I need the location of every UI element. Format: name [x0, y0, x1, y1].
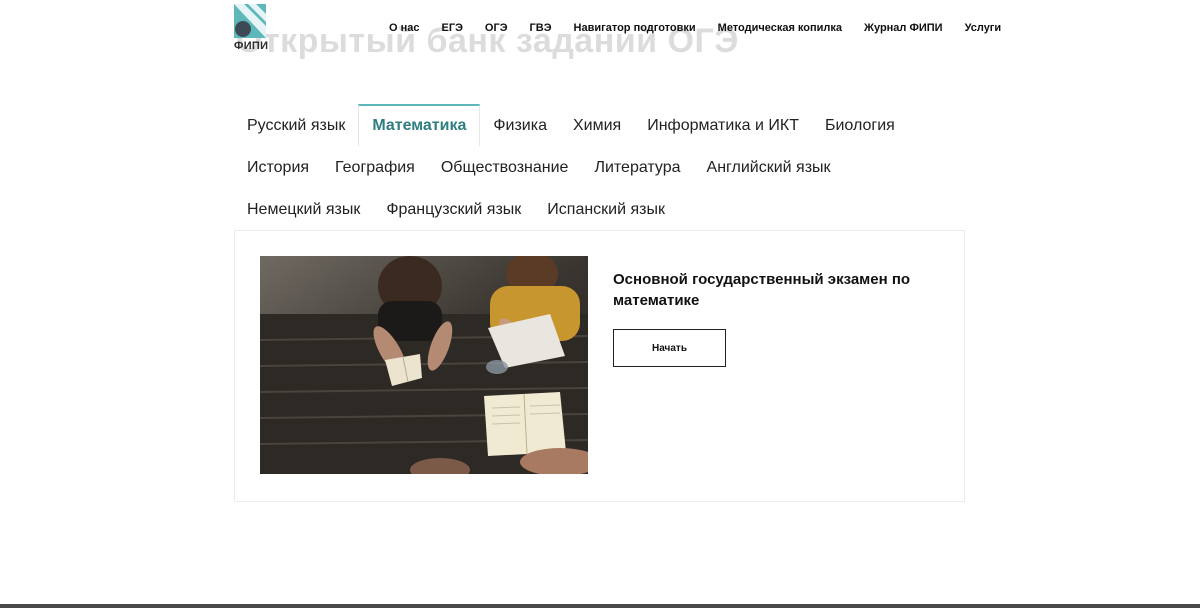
- main-nav: О нас ЕГЭ ОГЭ ГВЭ Навигатор подготовки М…: [389, 22, 1001, 34]
- fipi-logo-icon: [234, 4, 266, 38]
- nav-services[interactable]: Услуги: [965, 22, 1002, 34]
- nav-about[interactable]: О нас: [389, 22, 420, 34]
- tab-biology[interactable]: Биология: [812, 104, 908, 146]
- nav-gve[interactable]: ГВЭ: [530, 22, 552, 34]
- students-photo: [260, 256, 588, 474]
- exam-title: Основной государственный экзамен по мате…: [613, 271, 911, 309]
- bottom-divider: [0, 604, 1200, 608]
- nav-ege[interactable]: ЕГЭ: [442, 22, 463, 34]
- tab-spanish[interactable]: Испанский язык: [534, 188, 678, 230]
- tab-english[interactable]: Английский язык: [694, 146, 844, 188]
- subject-tabs: Русский язык Математика Физика Химия Инф…: [234, 104, 965, 230]
- nav-navigator[interactable]: Навигатор подготовки: [574, 22, 696, 34]
- fipi-logo[interactable]: ФИПИ: [234, 4, 268, 52]
- tab-history[interactable]: История: [234, 146, 322, 188]
- tab-social-studies[interactable]: Обществознание: [428, 146, 582, 188]
- start-button[interactable]: Начать: [613, 329, 726, 367]
- tab-informatics[interactable]: Информатика и ИКТ: [634, 104, 812, 146]
- tab-german[interactable]: Немецкий язык: [234, 188, 373, 230]
- tab-russian[interactable]: Русский язык: [234, 104, 358, 146]
- exam-card: Основной государственный экзамен по мате…: [234, 230, 965, 502]
- logo-text: ФИПИ: [234, 40, 269, 52]
- nav-journal[interactable]: Журнал ФИПИ: [864, 22, 943, 34]
- tab-geography[interactable]: География: [322, 146, 428, 188]
- tab-french[interactable]: Французский язык: [373, 188, 534, 230]
- site-header: ФИПИ О нас ЕГЭ ОГЭ ГВЭ Навигатор подгото…: [0, 0, 1200, 64]
- nav-oge[interactable]: ОГЭ: [485, 22, 508, 34]
- tab-literature[interactable]: Литература: [581, 146, 693, 188]
- tab-chemistry[interactable]: Химия: [560, 104, 634, 146]
- nav-methodical[interactable]: Методическая копилка: [718, 22, 842, 34]
- tab-math[interactable]: Математика: [358, 104, 481, 146]
- students-photo-illustration: [260, 256, 588, 474]
- tab-physics[interactable]: Физика: [480, 104, 560, 146]
